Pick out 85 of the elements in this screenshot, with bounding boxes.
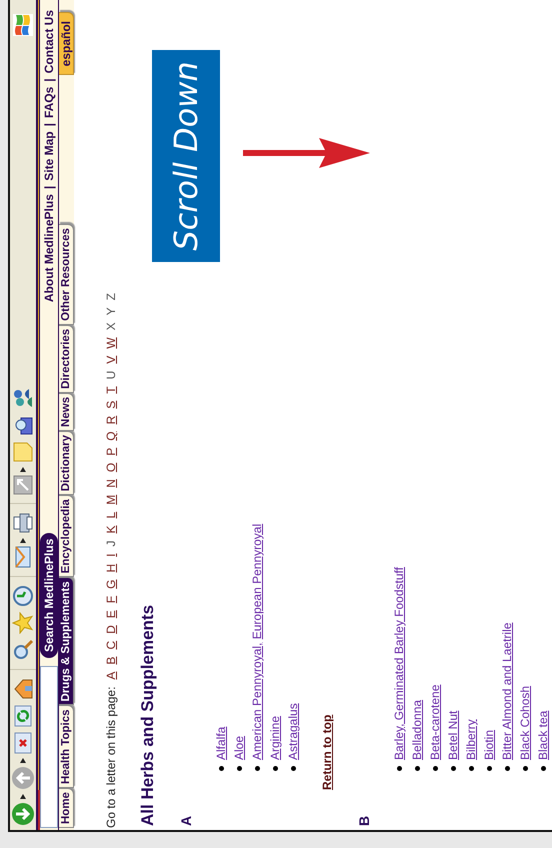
- header-link[interactable]: About MedlinePlus: [42, 194, 56, 302]
- letter-link[interactable]: W: [104, 337, 118, 349]
- letter-link[interactable]: I: [104, 553, 118, 557]
- letter-link[interactable]: C: [104, 640, 118, 650]
- link-separator: |: [42, 186, 56, 190]
- bullet-icon: [272, 766, 278, 771]
- herb-link[interactable]: Bitter Almond and Laetrile: [500, 622, 514, 760]
- letter-link[interactable]: L: [104, 512, 118, 518]
- letter-link[interactable]: B: [104, 656, 118, 665]
- letter-link[interactable]: G: [104, 580, 118, 589]
- herb-link[interactable]: Beta-carotene: [428, 684, 442, 760]
- letter-link[interactable]: H: [104, 564, 118, 572]
- letter-link[interactable]: K: [104, 525, 118, 534]
- letter-link[interactable]: F: [104, 596, 118, 604]
- herb-link[interactable]: Betel Nut: [446, 710, 460, 760]
- clock-icon[interactable]: [12, 585, 34, 607]
- people-icon[interactable]: [12, 387, 34, 409]
- letter-nav-label: Go to a letter on this page:: [104, 686, 118, 828]
- house-icon[interactable]: [12, 678, 34, 700]
- letter-link[interactable]: E: [104, 610, 118, 618]
- section-heading: A: [178, 816, 194, 826]
- printer-icon[interactable]: [12, 512, 34, 534]
- bullet-icon: [486, 766, 492, 771]
- letter-link[interactable]: M: [104, 494, 118, 505]
- bullet-icon: [432, 766, 438, 771]
- search-field[interactable]: [40, 666, 58, 828]
- envelope-icon[interactable]: [13, 546, 33, 568]
- bullet-icon: [218, 766, 224, 771]
- bullet-icon: [254, 766, 260, 771]
- letter-link[interactable]: S: [104, 400, 118, 409]
- nav-tab[interactable]: News: [59, 392, 74, 431]
- link-separator: |: [42, 123, 56, 126]
- nav-tab[interactable]: Encyclopedia: [59, 495, 74, 578]
- bullet-icon: [236, 766, 242, 771]
- bullet-icon: [290, 766, 296, 771]
- herb-link[interactable]: Bilberry: [464, 719, 478, 760]
- herb-link[interactable]: Arginine: [268, 716, 282, 760]
- search-icon[interactable]: [12, 639, 34, 661]
- bullet-icon: [450, 766, 456, 771]
- return-link[interactable]: Return to top: [320, 714, 334, 790]
- herb-link[interactable]: Alfalfa: [214, 726, 228, 760]
- herb-link[interactable]: European Pennyroyal: [250, 524, 264, 640]
- herb-link[interactable]: Biotin: [482, 730, 496, 760]
- language-tab[interactable]: español: [59, 12, 74, 76]
- windows-logo-icon: [13, 14, 33, 36]
- section-heading: B: [356, 816, 372, 826]
- nav-tab[interactable]: Dictionary: [59, 430, 74, 496]
- nav-tab[interactable]: Directories: [59, 324, 74, 393]
- page-title: All Herbs and Supplements: [138, 604, 158, 826]
- refresh-icon[interactable]: [13, 705, 33, 727]
- search-button[interactable]: Search MedlinePlus: [40, 532, 58, 658]
- bullet-icon: [504, 766, 510, 771]
- herb-link[interactable]: Black tea: [536, 710, 550, 760]
- herb-link[interactable]: Belladonna: [410, 700, 424, 760]
- stop-icon[interactable]: [13, 732, 33, 754]
- herb-link[interactable]: Aloe: [232, 736, 246, 760]
- bullet-icon: [468, 766, 474, 771]
- bullet-icon: [540, 766, 546, 771]
- star-icon[interactable]: [12, 612, 34, 634]
- herb-link[interactable]: American Pennyroyal,: [250, 642, 264, 760]
- letter-link[interactable]: Q: [104, 431, 118, 441]
- nav-tab[interactable]: Other Resources: [59, 224, 74, 325]
- header-link[interactable]: FAQs: [42, 86, 56, 118]
- scroll-down-banner: Scroll Down: [152, 50, 220, 262]
- bullet-icon: [414, 766, 420, 771]
- bullet-icon: [396, 766, 402, 771]
- letter-link[interactable]: D: [104, 625, 118, 634]
- nav-tab[interactable]: Health Topics: [59, 705, 74, 788]
- arrow-icon: [243, 137, 371, 169]
- letter-link[interactable]: N: [104, 479, 118, 488]
- letter-link[interactable]: V: [104, 356, 118, 364]
- link-separator: |: [42, 78, 56, 82]
- letter-link[interactable]: R: [104, 416, 118, 424]
- letter-link[interactable]: O: [104, 462, 118, 472]
- herb-link[interactable]: Barley, Germinated Barley Foodstuff: [392, 567, 406, 760]
- nav-tab[interactable]: Drugs & Supplements: [59, 577, 74, 706]
- bullet-icon: [522, 766, 528, 771]
- letter-link[interactable]: T: [104, 386, 118, 394]
- header-link[interactable]: Site Map: [42, 131, 56, 181]
- letter-link[interactable]: P: [104, 448, 118, 456]
- herb-link[interactable]: Astragalus: [286, 703, 300, 760]
- nav-tab[interactable]: Home: [59, 788, 74, 828]
- herb-link[interactable]: Black Cohosh: [518, 686, 532, 760]
- header-link[interactable]: Contact Us: [42, 10, 56, 74]
- letter-link[interactable]: A: [104, 672, 118, 680]
